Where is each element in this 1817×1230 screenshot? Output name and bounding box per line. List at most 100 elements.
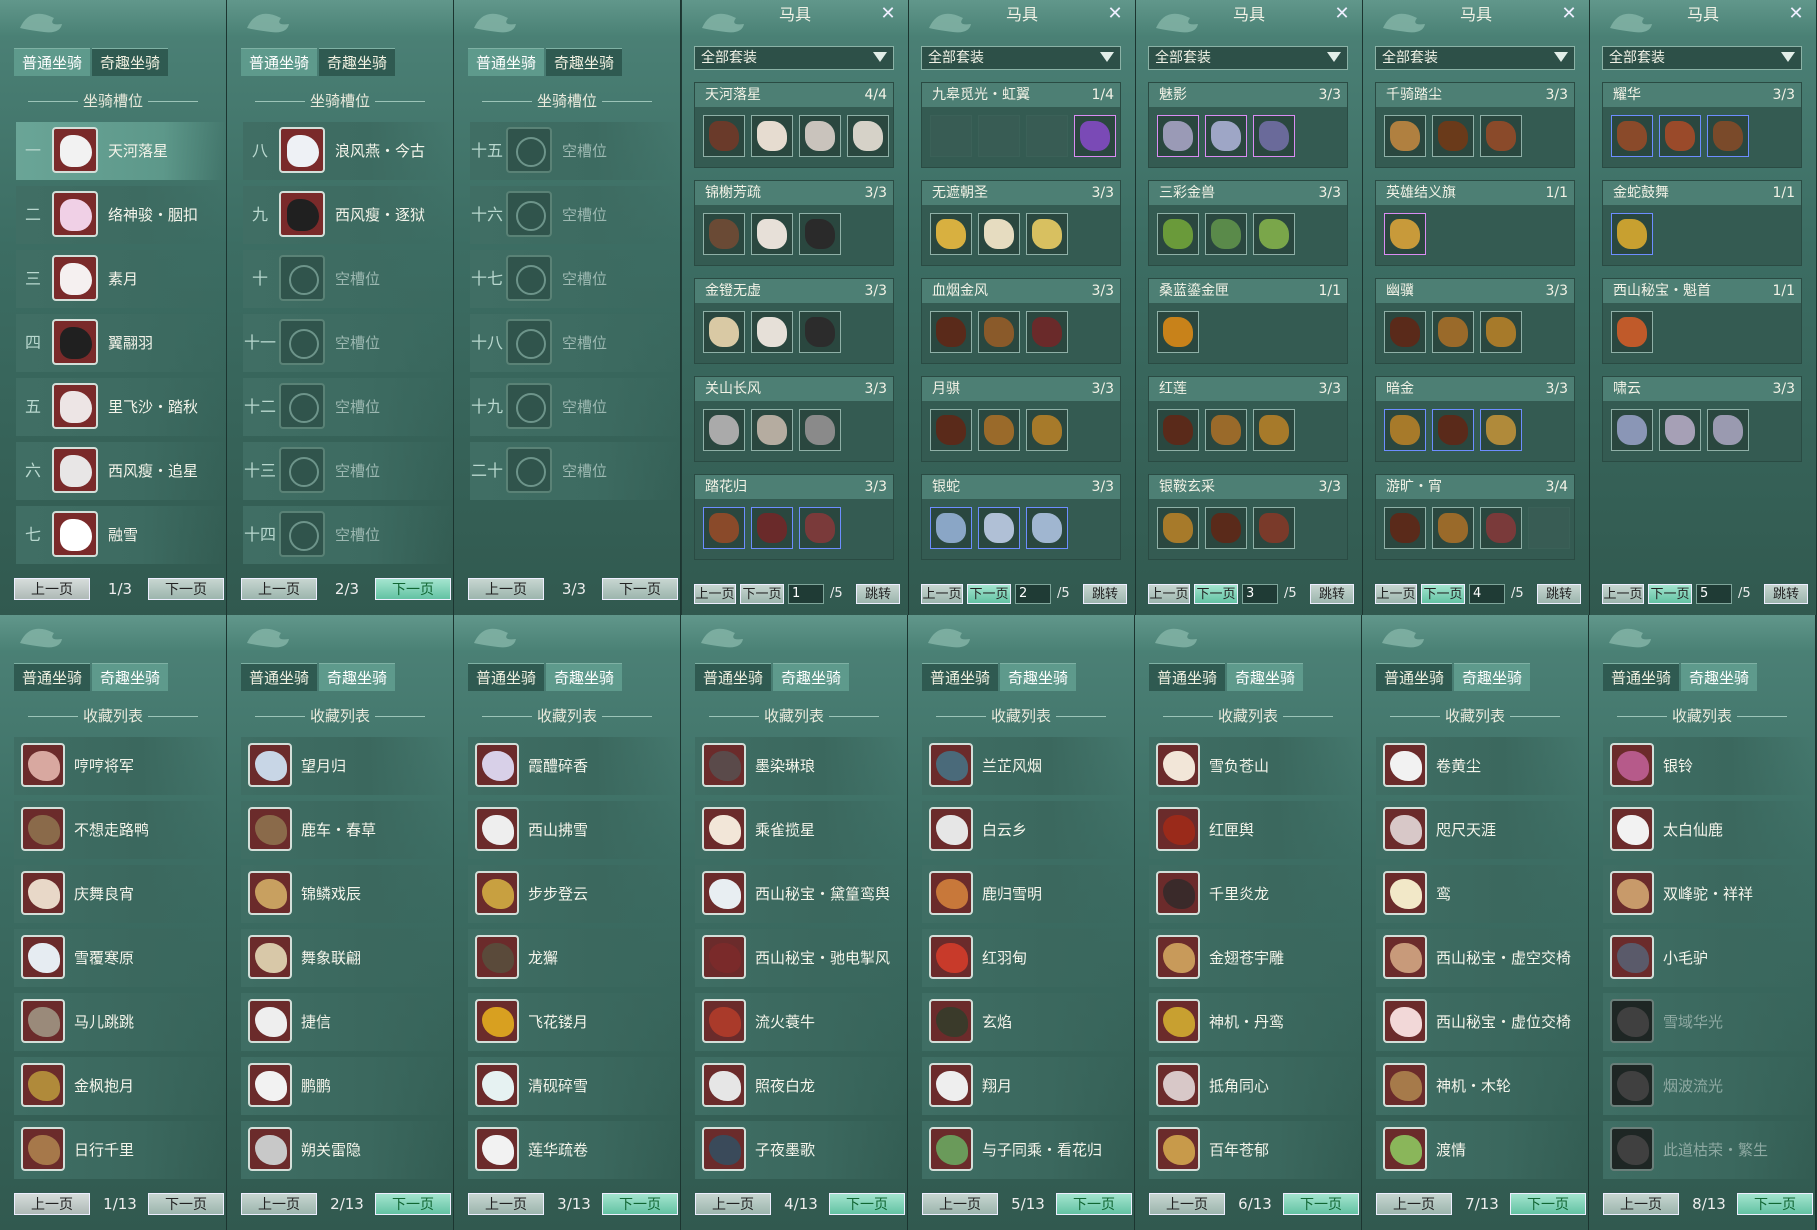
next-page-button[interactable]: 下一页 [602,578,678,600]
saddle-item-icon[interactable] [978,409,1020,451]
saddle-item-icon[interactable] [799,115,841,157]
collection-item[interactable]: 莲华疏卷 [468,1121,680,1179]
empty-item-slot[interactable] [978,115,1020,157]
empty-item-slot[interactable] [1026,115,1068,157]
close-icon[interactable]: ✕ [1786,4,1806,24]
mount-slot-row[interactable]: 九 西风瘦・逐狱 [243,186,453,244]
collection-item[interactable]: 朔关雷隐 [241,1121,453,1179]
mount-slot-row[interactable]: 二十 空槽位 [470,442,680,500]
next-page-button[interactable]: 下一页 [1648,584,1692,604]
mount-slot-row[interactable]: 十九 空槽位 [470,378,680,436]
saddle-item-icon[interactable] [1707,115,1749,157]
prev-page-button[interactable]: 上一页 [1376,1193,1452,1215]
collection-item[interactable]: 马儿跳跳 [14,993,226,1051]
next-page-button[interactable]: 下一页 [375,1193,451,1215]
prev-page-button[interactable]: 上一页 [468,578,544,600]
saddle-item-icon[interactable] [1659,409,1701,451]
collection-item[interactable]: 与子同乘・看花归 [922,1121,1134,1179]
saddle-item-icon[interactable] [799,409,841,451]
saddle-item-icon[interactable] [930,311,972,353]
saddle-item-icon[interactable] [1611,213,1653,255]
saddle-item-icon[interactable] [1026,409,1068,451]
collection-item[interactable]: 雪负苍山 [1149,737,1361,795]
collection-item[interactable]: 雪域华光 [1603,993,1815,1051]
saddle-item-icon[interactable] [930,507,972,549]
saddle-item-icon[interactable] [978,311,1020,353]
saddle-item-icon[interactable] [751,507,793,549]
next-page-button[interactable]: 下一页 [148,1193,224,1215]
saddle-item-icon[interactable] [1384,409,1426,451]
collection-item[interactable]: 此道枯荣・繁生 [1603,1121,1815,1179]
page-input[interactable]: 5 [1696,584,1732,604]
saddle-item-icon[interactable] [1480,311,1522,353]
tab-normal-mount[interactable]: 普通坐骑 [468,48,545,76]
saddle-item-icon[interactable] [930,409,972,451]
collection-item[interactable]: 金翅苍宇雕 [1149,929,1361,987]
set-filter-dropdown[interactable]: 全部套装 [694,46,894,70]
collection-item[interactable]: 乘雀揽星 [695,801,907,859]
collection-item[interactable]: 银铃 [1603,737,1815,795]
tab-normal-mount[interactable]: 普通坐骑 [1376,663,1453,691]
collection-item[interactable]: 清砚碎雪 [468,1057,680,1115]
mount-slot-row[interactable]: 十四 空槽位 [243,506,453,564]
saddle-item-icon[interactable] [1611,311,1653,353]
collection-item[interactable]: 卷黄尘 [1376,737,1588,795]
next-page-button[interactable]: 下一页 [1510,1193,1586,1215]
saddle-item-icon[interactable] [751,311,793,353]
tab-fun-mount[interactable]: 奇趣坐骑 [1454,663,1531,691]
collection-item[interactable]: 舞象联翩 [241,929,453,987]
saddle-item-icon[interactable] [1480,115,1522,157]
tab-fun-mount[interactable]: 奇趣坐骑 [319,48,396,76]
jump-button[interactable]: 跳转 [1083,584,1127,604]
empty-item-slot[interactable] [1528,507,1570,549]
prev-page-button[interactable]: 上一页 [14,578,90,600]
collection-item[interactable]: 望月归 [241,737,453,795]
tab-normal-mount[interactable]: 普通坐骑 [468,663,545,691]
saddle-item-icon[interactable] [703,409,745,451]
set-filter-dropdown[interactable]: 全部套装 [921,46,1121,70]
collection-item[interactable]: 西山秘宝・虚位交椅 [1376,993,1588,1051]
close-icon[interactable]: ✕ [878,4,898,24]
saddle-item-icon[interactable] [1157,409,1199,451]
prev-page-button[interactable]: 上一页 [468,1193,544,1215]
prev-page-button[interactable]: 上一页 [1149,1193,1225,1215]
saddle-item-icon[interactable] [1432,115,1474,157]
prev-page-button[interactable]: 上一页 [241,578,317,600]
saddle-item-icon[interactable] [703,115,745,157]
collection-item[interactable]: 墨染琳琅 [695,737,907,795]
saddle-item-icon[interactable] [1205,409,1247,451]
tab-normal-mount[interactable]: 普通坐骑 [922,663,999,691]
saddle-item-icon[interactable] [1611,409,1653,451]
mount-slot-row[interactable]: 五 里飞沙・踏秋 [16,378,226,436]
collection-item[interactable]: 鹏鹏 [241,1057,453,1115]
collection-item[interactable]: 庆舞良宵 [14,865,226,923]
collection-item[interactable]: 翔月 [922,1057,1134,1115]
saddle-item-icon[interactable] [1157,115,1199,157]
saddle-item-icon[interactable] [1253,409,1295,451]
saddle-item-icon[interactable] [1157,311,1199,353]
jump-button[interactable]: 跳转 [1310,584,1354,604]
tab-fun-mount[interactable]: 奇趣坐骑 [546,663,623,691]
collection-item[interactable]: 子夜墨歌 [695,1121,907,1179]
saddle-item-icon[interactable] [847,115,889,157]
next-page-button[interactable]: 下一页 [375,578,451,600]
page-input[interactable]: 3 [1242,584,1278,604]
collection-item[interactable]: 金枫抱月 [14,1057,226,1115]
collection-item[interactable]: 白云乡 [922,801,1134,859]
prev-page-button[interactable]: 上一页 [695,1193,771,1215]
saddle-item-icon[interactable] [799,311,841,353]
tab-fun-mount[interactable]: 奇趣坐骑 [319,663,396,691]
tab-fun-mount[interactable]: 奇趣坐骑 [1681,663,1758,691]
next-page-button[interactable]: 下一页 [602,1193,678,1215]
next-page-button[interactable]: 下一页 [1421,584,1465,604]
collection-item[interactable]: 百年苍郁 [1149,1121,1361,1179]
prev-page-button[interactable]: 上一页 [1602,584,1644,604]
collection-item[interactable]: 照夜白龙 [695,1057,907,1115]
jump-button[interactable]: 跳转 [856,584,900,604]
next-page-button[interactable]: 下一页 [740,584,784,604]
collection-item[interactable]: 太白仙鹿 [1603,801,1815,859]
collection-item[interactable]: 双峰驼・祥祥 [1603,865,1815,923]
saddle-item-icon[interactable] [1384,213,1426,255]
saddle-item-icon[interactable] [978,213,1020,255]
saddle-item-icon[interactable] [799,213,841,255]
